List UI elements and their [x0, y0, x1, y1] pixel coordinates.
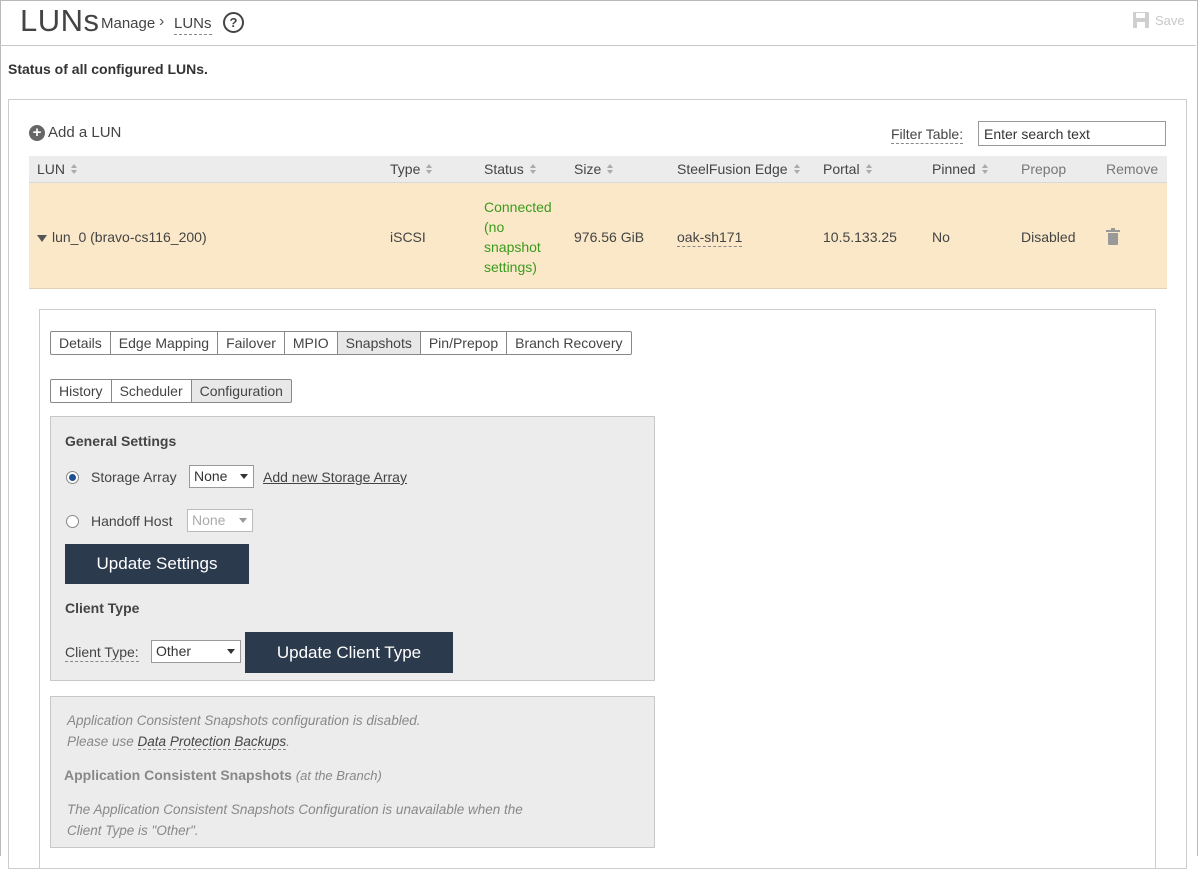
update-settings-button[interactable]: Update Settings	[65, 544, 249, 584]
help-icon[interactable]: ?	[223, 12, 244, 33]
handoff-host-radio[interactable]	[66, 515, 79, 528]
sort-icon	[865, 164, 872, 174]
column-header-type[interactable]: Type	[390, 161, 433, 177]
sort-icon	[426, 164, 433, 174]
general-settings-heading: General Settings	[65, 433, 177, 449]
sort-icon	[529, 164, 536, 174]
breadcrumb-separator: ›	[159, 13, 165, 30]
column-header-lun[interactable]: LUN	[37, 161, 78, 177]
tab-edge-mapping[interactable]: Edge Mapping	[110, 331, 219, 355]
column-header-remove: Remove	[1106, 161, 1159, 177]
column-header-portal[interactable]: Portal	[823, 161, 872, 177]
sort-icon	[607, 164, 614, 174]
update-client-type-button[interactable]: Update Client Type	[245, 632, 453, 673]
client-type-label: Client Type:	[65, 644, 139, 662]
tab-snapshots[interactable]: Snapshots	[337, 331, 421, 355]
add-lun-button[interactable]: + Add a LUN	[29, 124, 121, 141]
column-header-edge[interactable]: SteelFusion Edge	[677, 161, 800, 177]
add-lun-label: Add a LUN	[48, 124, 122, 141]
subtab-history[interactable]: History	[50, 379, 112, 403]
data-protection-backups-link[interactable]: Data Protection Backups	[137, 734, 287, 750]
add-storage-array-link[interactable]: Add new Storage Array	[263, 469, 407, 485]
tab-failover[interactable]: Failover	[218, 331, 285, 355]
storage-array-radio[interactable]	[66, 471, 79, 484]
column-header-pinned[interactable]: Pinned	[932, 161, 988, 177]
handoff-host-label: Handoff Host	[91, 513, 173, 529]
sort-icon	[793, 164, 800, 174]
tab-branch-recovery[interactable]: Branch Recovery	[507, 331, 632, 355]
sort-icon	[981, 164, 988, 174]
plus-circle-icon: +	[29, 124, 45, 141]
column-header-status[interactable]: Status	[484, 161, 536, 177]
page-header: LUNs Manage › LUNs ? Save	[0, 0, 1196, 46]
lun-name: lun_0 (bravo-cs116_200)	[52, 229, 207, 245]
type-cell: iSCSI	[390, 229, 426, 245]
client-type-heading: Client Type	[65, 600, 140, 616]
save-icon	[1133, 12, 1149, 28]
column-header-size[interactable]: Size	[574, 161, 614, 177]
trash-icon[interactable]	[1106, 228, 1120, 245]
tab-pin-prepop[interactable]: Pin/Prepop	[420, 331, 508, 355]
chevron-down-icon	[239, 518, 247, 523]
detail-tabs: Details Edge Mapping Failover MPIO Snaps…	[50, 331, 632, 355]
app-consistent-heading: Application Consistent Snapshots (at the…	[64, 767, 382, 783]
handoff-host-select[interactable]: None	[187, 509, 253, 532]
expand-triangle-icon	[37, 234, 47, 242]
tab-details[interactable]: Details	[50, 331, 111, 355]
chevron-down-icon	[227, 649, 235, 654]
save-button[interactable]: Save	[1133, 10, 1185, 30]
storage-array-label: Storage Array	[91, 469, 177, 485]
column-header-prepop: Prepop	[1021, 161, 1067, 177]
snapshot-subtabs: History Scheduler Configuration	[50, 379, 292, 403]
sort-icon	[71, 164, 78, 174]
table-header: LUN Type Status Size SteelFusion Edge Po…	[29, 156, 1167, 183]
app-consistent-disabled-note: Application Consistent Snapshots configu…	[67, 713, 421, 750]
app-consistent-box: Application Consistent Snapshots configu…	[50, 696, 655, 848]
subtab-scheduler[interactable]: Scheduler	[111, 379, 192, 403]
prepop-cell: Disabled	[1021, 229, 1076, 245]
subtab-configuration[interactable]: Configuration	[191, 379, 292, 403]
page-title: LUNs	[20, 3, 100, 38]
storage-array-select[interactable]: None	[189, 465, 254, 488]
lun-cell[interactable]: lun_0 (bravo-cs116_200)	[37, 229, 207, 245]
size-cell: 976.56 GiB	[574, 229, 645, 245]
chevron-down-icon	[240, 474, 248, 479]
portal-cell: 10.5.133.25	[823, 229, 897, 245]
general-settings-box: General Settings Storage Array None Add …	[50, 416, 655, 681]
breadcrumb-luns[interactable]: LUNs	[174, 15, 212, 35]
tab-mpio[interactable]: MPIO	[284, 331, 338, 355]
filter-table-label: Filter Table:	[891, 126, 964, 144]
pinned-cell: No	[932, 229, 950, 245]
filter-table-input[interactable]	[978, 121, 1166, 146]
save-label: Save	[1155, 12, 1185, 28]
table-row[interactable]: lun_0 (bravo-cs116_200) iSCSI Connected …	[29, 183, 1167, 289]
client-type-select[interactable]: Other	[151, 640, 241, 663]
status-cell: Connected (no snapshot settings)	[484, 199, 552, 275]
app-consistent-unavailable-note: The Application Consistent Snapshots Con…	[67, 802, 523, 838]
page-subtitle: Status of all configured LUNs.	[8, 61, 208, 77]
breadcrumb-manage[interactable]: Manage	[101, 15, 155, 32]
edge-link[interactable]: oak-sh171	[677, 229, 743, 247]
